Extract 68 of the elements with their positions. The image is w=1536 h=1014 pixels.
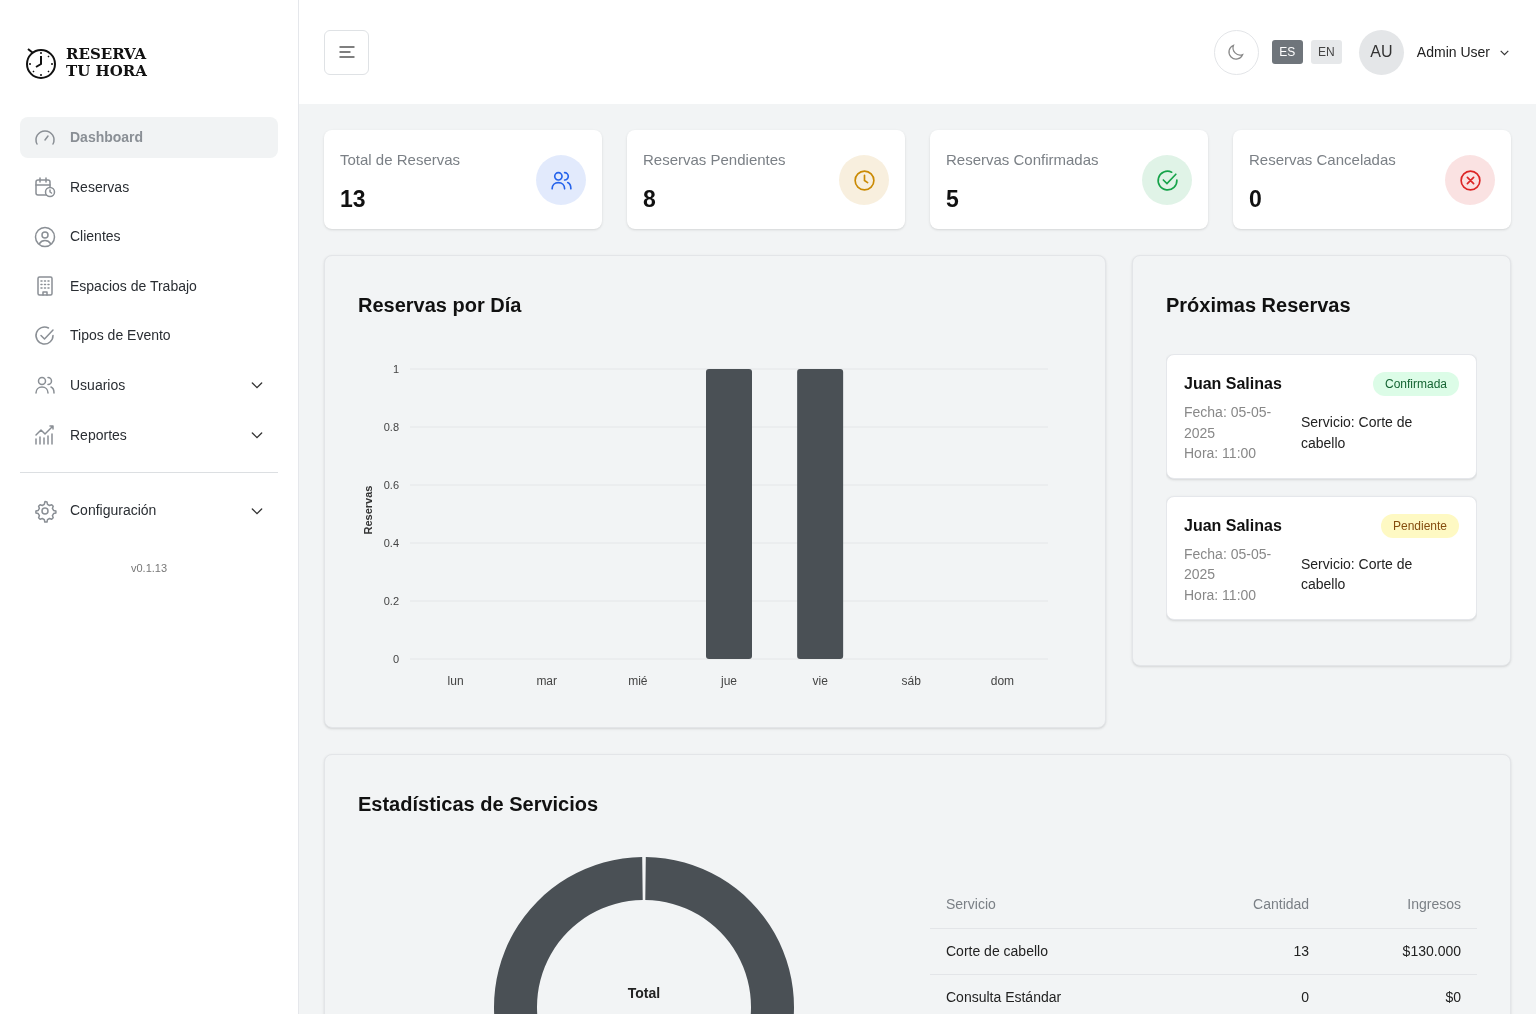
- axis-label: mar: [536, 674, 558, 688]
- axis-label: lun: [447, 674, 464, 688]
- stat-label: Reservas Canceladas: [1249, 150, 1396, 170]
- clock-logo-icon: [24, 46, 58, 80]
- status-badge: Confirmada: [1372, 372, 1459, 396]
- column-header: Cantidad: [1177, 881, 1326, 928]
- language-button[interactable]: ES: [1271, 40, 1303, 64]
- axis-tick-label: 0.8: [383, 421, 399, 433]
- calendar-clock-icon: [33, 175, 57, 200]
- table-cell: Consulta Estándar: [930, 974, 1178, 1014]
- date-text: Fecha: 05-05-2025: [1184, 544, 1273, 584]
- stat-value: 5: [946, 184, 960, 214]
- panel-title: Estadísticas de Servicios: [358, 792, 600, 817]
- donut-center-label: Total: [627, 985, 661, 1001]
- nav-item[interactable]: Espacios de Trabajo: [20, 265, 278, 307]
- avatar: AU: [1358, 29, 1404, 75]
- stat-label: Reservas Pendientes: [643, 150, 786, 170]
- panel-title: Reservas por Día: [358, 293, 523, 318]
- stat-label: Reservas Confirmadas: [946, 150, 1099, 170]
- table-cell: 0: [1177, 974, 1326, 1014]
- axis-label: jue: [721, 674, 737, 688]
- chart-icon: [33, 423, 57, 448]
- check-circle-icon: [33, 323, 57, 348]
- client-name: Juan Salinas: [1184, 515, 1282, 536]
- brand-name: RESERVA: [66, 46, 147, 63]
- nav-item[interactable]: Clientes: [20, 216, 278, 258]
- table-cell: $0: [1325, 974, 1477, 1014]
- user-menu-button[interactable]: Admin User: [1416, 41, 1511, 63]
- brand-name: TU HORA: [66, 63, 147, 80]
- axis-tick-label: 0.2: [383, 595, 399, 607]
- column-header: Ingresos: [1325, 881, 1477, 928]
- nav-item[interactable]: Reportes: [20, 414, 278, 456]
- date-text: Fecha: 05-05-2025: [1184, 403, 1273, 443]
- nav-item[interactable]: Configuración: [20, 490, 278, 532]
- table-cell: $130.000: [1325, 928, 1477, 974]
- time-text: Hora: 11:00: [1184, 444, 1258, 463]
- panel-title: Próximas Reservas: [1166, 293, 1352, 318]
- nav-item[interactable]: Tipos de Evento: [20, 315, 278, 357]
- language-button[interactable]: EN: [1310, 40, 1342, 64]
- version-label: v0.1.13: [130, 561, 168, 574]
- moon-icon: [1226, 42, 1247, 62]
- axis-label: mié: [628, 674, 648, 688]
- settings-icon: [33, 498, 57, 523]
- column-header: Servicio: [930, 881, 1178, 928]
- axis-tick-label: 1: [392, 363, 399, 375]
- client-name: Juan Salinas: [1184, 374, 1282, 394]
- table-cell: 13: [1177, 928, 1326, 974]
- menu-button[interactable]: [324, 29, 369, 75]
- stat-value: 0: [1249, 184, 1263, 214]
- nav-item[interactable]: Usuarios: [20, 364, 278, 406]
- axis-label: dom: [990, 674, 1015, 688]
- menu-icon: [338, 45, 355, 59]
- time-text: Hora: 11:00: [1184, 585, 1258, 605]
- axis-label: vie: [812, 674, 828, 688]
- stat-value: 8: [643, 184, 657, 214]
- service-text: Servicio: Corte de cabello: [1301, 554, 1414, 595]
- axis-tick-label: 0: [392, 653, 399, 665]
- status-badge: Pendiente: [1380, 513, 1459, 538]
- service-text: Servicio: Corte de cabello: [1301, 413, 1414, 453]
- axis-label: sáb: [901, 674, 921, 688]
- table-cell: Corte de cabello: [930, 928, 1178, 974]
- nav-item[interactable]: Reservas: [20, 166, 278, 208]
- axis-title: Reservas: [362, 485, 374, 535]
- axis-tick-label: 0.6: [383, 479, 399, 491]
- user-circle-icon: [33, 224, 57, 249]
- stat-value: 13: [340, 184, 367, 214]
- axis-tick-label: 0.4: [383, 537, 399, 549]
- stat-label: Total de Reservas: [340, 150, 461, 170]
